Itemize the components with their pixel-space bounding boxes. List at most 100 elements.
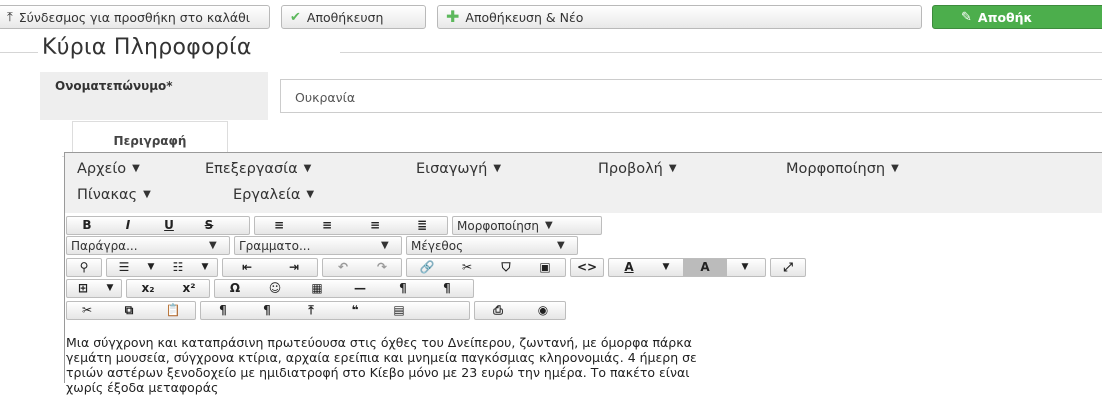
content-line: τριών αστέρων ξενοδοχείο με ημιδιατροφή … <box>66 365 690 380</box>
indent-group: ⇤ ⇥ <box>222 258 318 277</box>
menu-insert[interactable]: Εισαγωγή ▼ <box>416 161 501 177</box>
paste-icon[interactable]: 📋 <box>151 302 195 319</box>
underline-icon[interactable]: U <box>149 217 189 234</box>
menu-table[interactable]: Πίνακας ▼ <box>77 187 151 203</box>
add-link-label: Σύνδεσμος για προσθήκη στο καλάθι <box>18 9 250 25</box>
emoticon-icon[interactable]: ☺ <box>255 280 295 297</box>
media-icon[interactable]: ▦ <box>295 280 339 297</box>
ltr-icon[interactable]: ¶ <box>381 280 425 297</box>
bookmark-icon[interactable]: ⛉ <box>487 259 525 276</box>
save-close-label: Αποθήκ <box>977 9 1033 25</box>
italic-icon[interactable]: I <box>107 217 149 234</box>
paragraph-dropdown[interactable]: Παράγρα... ▼ <box>66 236 230 255</box>
superscript-icon[interactable]: x² <box>169 280 209 297</box>
binoculars-icon[interactable]: ⚲ <box>67 259 101 276</box>
rtl-icon[interactable]: ¶ <box>425 280 469 297</box>
fullscreen-group: ⤢ <box>770 258 806 277</box>
script-group: x₂ x² <box>126 279 210 298</box>
undo-icon[interactable]: ↶ <box>323 259 363 276</box>
align-right-icon[interactable]: ≡ <box>351 217 399 234</box>
caret-down-icon[interactable]: ▼ <box>141 259 161 276</box>
text-color-icon[interactable]: A <box>609 259 649 276</box>
background-color-icon[interactable]: A <box>683 259 727 276</box>
blockquote-icon[interactable]: ❝ <box>333 302 377 319</box>
bold-icon[interactable]: B <box>67 217 107 234</box>
editor-content[interactable]: Μια σύγχρονη και καταπράσινη πρωτεύουσα … <box>66 335 1100 395</box>
paragraph-icon[interactable]: ¶ <box>201 302 245 319</box>
caret-down-icon[interactable]: ▼ <box>727 259 763 276</box>
add-to-cart-link-button[interactable]: ⤒ Σύνδεσμος για προσθήκη στο καλάθι <box>0 5 270 29</box>
indent-icon[interactable]: ⇥ <box>271 259 317 276</box>
align-group: ≡ ≡ ≡ ≣ <box>254 216 448 235</box>
align-justify-icon[interactable]: ≣ <box>399 217 445 234</box>
save-button[interactable]: ✔ Αποθήκευση <box>281 5 426 29</box>
unlink-icon[interactable]: ✂ <box>447 259 487 276</box>
table-group: ⊞ ▼ <box>66 279 122 298</box>
align-left-icon[interactable]: ≡ <box>255 217 303 234</box>
print-icon[interactable]: ⎙ <box>475 302 521 319</box>
table-icon[interactable]: ⊞ <box>67 280 99 297</box>
link-icon[interactable]: 🔗 <box>407 259 447 276</box>
block-group: ¶ ¶ ⤒ ❝ ▤ <box>200 301 470 320</box>
caret-down-icon[interactable]: ▼ <box>195 259 215 276</box>
source-code-icon[interactable]: <> <box>571 259 603 276</box>
save-and-close-button[interactable]: ✎ Αποθήκ <box>932 5 1102 29</box>
fullscreen-icon[interactable]: ⤢ <box>771 259 805 276</box>
bullet-list-icon[interactable]: ☰ <box>107 259 141 276</box>
format-dropdown[interactable]: Μορφοποίηση ▼ <box>452 216 602 235</box>
horizontal-rule-icon[interactable]: — <box>339 280 381 297</box>
find-group: ⚲ <box>66 258 102 277</box>
insert-group: Ω ☺ ▦ — ¶ ¶ <box>214 279 474 298</box>
font-size-dropdown-label: Μέγεθος <box>411 238 464 253</box>
caret-down-icon: ▼ <box>891 163 899 174</box>
color-group: A ▼ A ▼ <box>608 258 766 277</box>
caret-down-icon[interactable]: ▼ <box>99 280 121 297</box>
align-center-icon[interactable]: ≡ <box>303 217 351 234</box>
menu-edit[interactable]: Επεξεργασία ▼ <box>205 161 311 177</box>
link-media-group: 🔗 ✂ ⛉ ▣ <box>406 258 566 277</box>
name-input[interactable]: Ουκρανία <box>280 79 1102 113</box>
special-char-icon[interactable]: Ω <box>215 280 255 297</box>
code-group: <> <box>570 258 604 277</box>
caret-down-icon: ▼ <box>493 163 502 174</box>
upload-icon: ⤒ <box>7 9 13 25</box>
menu-tools[interactable]: Εργαλεία ▼ <box>233 187 314 203</box>
print-preview-group: ⎙ ◉ <box>474 301 566 320</box>
copy-icon[interactable]: ⧉ <box>107 302 151 319</box>
redo-icon[interactable]: ↷ <box>363 259 401 276</box>
name-label: Ονοματεπώνυμο* <box>55 79 173 93</box>
format-dropdown-label: Μορφοποίηση <box>457 218 540 233</box>
template-icon[interactable]: ▤ <box>377 302 421 319</box>
numbered-list-icon[interactable]: ☷ <box>161 259 195 276</box>
edit-icon: ✎ <box>961 9 972 25</box>
font-size-dropdown[interactable]: Μέγεθος ▼ <box>406 236 578 255</box>
section-legend: Κύρια Πληροφορία <box>42 35 252 60</box>
paragraph-dropdown-label: Παράγρα... <box>71 238 138 253</box>
font-family-dropdown[interactable]: Γραμματο... ▼ <box>234 236 402 255</box>
strikethrough-icon[interactable]: S <box>189 217 229 234</box>
cut-icon[interactable]: ✂ <box>67 302 107 319</box>
font-family-dropdown-label: Γραμματο... <box>239 238 311 253</box>
caret-down-icon: ▼ <box>143 189 151 200</box>
history-group: ↶ ↷ <box>322 258 402 277</box>
preview-icon[interactable]: ◉ <box>521 302 565 319</box>
list-group: ☰ ▼ ☷ ▼ <box>106 258 218 277</box>
visual-blocks-icon[interactable]: ¶ <box>245 302 289 319</box>
save-new-label: Αποθήκευση & Νέο <box>465 9 584 25</box>
caret-down-icon: ▼ <box>381 240 389 251</box>
menu-view[interactable]: Προβολή ▼ <box>598 161 677 177</box>
caret-down-icon: ▼ <box>306 189 315 200</box>
outdent-icon[interactable]: ⇤ <box>223 259 271 276</box>
text-style-group: B I U S <box>66 216 250 235</box>
subscript-icon[interactable]: x₂ <box>127 280 169 297</box>
save-and-new-button[interactable]: ✚ Αποθήκευση & Νέο <box>437 5 922 29</box>
menu-format[interactable]: Μορφοποίηση ▼ <box>786 161 899 177</box>
menu-file[interactable]: Αρχείο ▼ <box>77 161 140 177</box>
upload-icon[interactable]: ⤒ <box>289 302 333 319</box>
image-icon[interactable]: ▣ <box>525 259 565 276</box>
clipboard-group: ✂ ⧉ 📋 <box>66 301 196 320</box>
check-icon: ✔ <box>290 9 301 25</box>
caret-down-icon: ▼ <box>557 240 565 251</box>
caret-down-icon: ▼ <box>132 163 140 174</box>
caret-down-icon[interactable]: ▼ <box>649 259 683 276</box>
